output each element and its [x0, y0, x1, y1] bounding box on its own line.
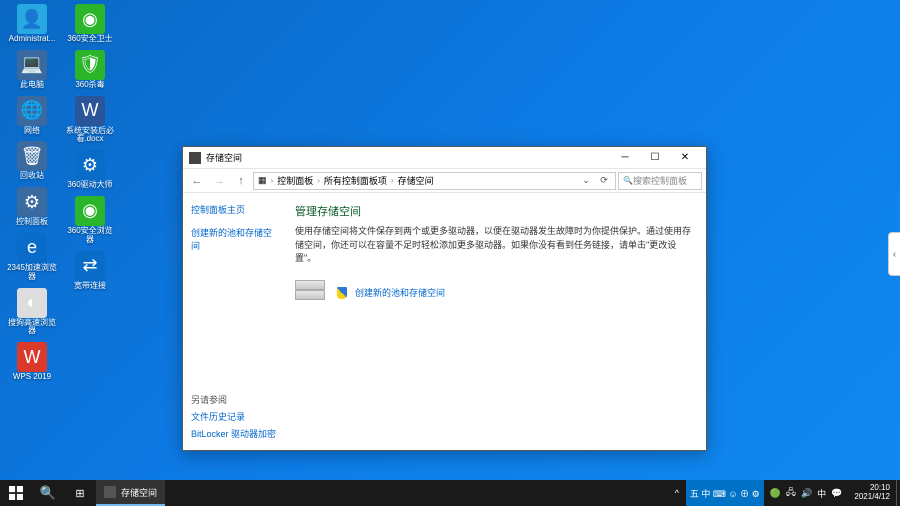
action-center-icon[interactable]: 💬: [831, 488, 842, 499]
create-pool-action: 创建新的池和存储空间: [295, 278, 692, 308]
bitlocker-link[interactable]: BitLocker 驱动器加密: [191, 427, 276, 440]
breadcrumb-item[interactable]: 所有控制面板项: [324, 174, 387, 187]
back-button[interactable]: ←: [187, 171, 207, 191]
start-button[interactable]: [0, 480, 32, 506]
icon-label: 宽带连接: [74, 282, 106, 291]
window-icon: [189, 152, 201, 164]
desktop-icon[interactable]: ⚙控制面板: [6, 187, 58, 227]
app-icon: ⚙: [17, 187, 47, 217]
app-icon: 🗑: [17, 141, 47, 171]
app-icon: ◉: [75, 196, 105, 226]
icon-label: 搜狗高速浏览器: [6, 319, 58, 337]
close-button[interactable]: ✕: [670, 148, 700, 168]
clock[interactable]: 20:10 2021/4/12: [848, 484, 896, 502]
breadcrumb-icon: ▦: [258, 175, 267, 186]
icon-label: 系统安装后必看.docx: [64, 127, 116, 145]
ime-items[interactable]: 五 中 ⌨ ☺ ⊕ ⚙: [690, 487, 760, 500]
search-input[interactable]: 搜索控制面板: [618, 172, 702, 190]
desktop-icons: 👤Administrat...💻此电脑🌐网络🗑回收站⚙控制面板e2345加速浏览…: [6, 4, 116, 382]
chevron-right-icon: ›: [391, 176, 394, 185]
app-icon: ⚙: [75, 150, 105, 180]
icon-label: Administrat...: [9, 35, 56, 44]
edge-widget[interactable]: ‹: [888, 232, 900, 276]
desktop-icon[interactable]: 👤Administrat...: [6, 4, 58, 44]
icon-label: 360驱动大师: [67, 181, 112, 190]
drives-icon: [295, 278, 329, 308]
desktop-icon[interactable]: ◐搜狗高速浏览器: [6, 288, 58, 337]
windows-logo-icon: [9, 486, 23, 500]
titlebar[interactable]: 存储空间 ─ ☐ ✕: [183, 147, 706, 169]
chevron-down-icon[interactable]: ⌄: [579, 175, 593, 186]
forward-button[interactable]: →: [209, 171, 229, 191]
see-also-heading: 另请参阅: [191, 393, 276, 406]
sidebar-create-pool[interactable]: 创建新的池和存储空间: [191, 226, 273, 252]
app-icon: [104, 486, 116, 498]
taskview-button[interactable]: ⊞: [64, 480, 96, 506]
network-icon[interactable]: 🖧: [786, 485, 796, 501]
breadcrumb[interactable]: ▦ › 控制面板 › 所有控制面板项 › 存储空间 ⌄ ⟳: [253, 172, 616, 190]
create-pool-link[interactable]: 创建新的池和存储空间: [355, 286, 445, 299]
app-icon: ◐: [17, 288, 47, 318]
app-icon: e: [17, 233, 47, 263]
control-panel-window: 存储空间 ─ ☐ ✕ ← → ↑ ▦ › 控制面板 › 所有控制面板项 › 存储…: [182, 146, 707, 451]
desktop-icon[interactable]: WWPS 2019: [6, 342, 58, 382]
desktop-icon[interactable]: 🛡360杀毒: [64, 50, 116, 90]
icon-label: 网络: [24, 127, 40, 136]
taskbar-app-storage[interactable]: 存储空间: [96, 480, 165, 506]
app-icon: W: [75, 96, 105, 126]
desktop-icon[interactable]: 💻此电脑: [6, 50, 58, 90]
maximize-button[interactable]: ☐: [640, 148, 670, 168]
desktop-icon[interactable]: ⚙360驱动大师: [64, 150, 116, 190]
search-button[interactable]: 🔍: [32, 480, 64, 506]
main-panel: 管理存储空间 使用存储空间将文件保存到两个或更多驱动器，以便在驱动器发生故障时为…: [281, 193, 706, 450]
app-icon: 💻: [17, 50, 47, 80]
desktop-icon[interactable]: e2345加速浏览器: [6, 233, 58, 282]
ime-bar[interactable]: 五 中 ⌨ ☺ ⊕ ⚙: [686, 480, 764, 506]
icon-label: WPS 2019: [13, 373, 51, 382]
up-button[interactable]: ↑: [231, 171, 251, 191]
sidebar-home[interactable]: 控制面板主页: [191, 203, 273, 216]
desktop-icon[interactable]: ◉360安全浏览器: [64, 196, 116, 245]
desktop-icon[interactable]: ◉360安全卫士: [64, 4, 116, 44]
icon-label: 360安全卫士: [67, 35, 112, 44]
icon-label: 360杀毒: [75, 81, 104, 90]
app-icon: ⇄: [75, 251, 105, 281]
ime-lang-icon[interactable]: 中: [817, 487, 826, 500]
icon-label: 此电脑: [20, 81, 44, 90]
clock-date: 2021/4/12: [854, 493, 890, 502]
app-icon: 👤: [17, 4, 47, 34]
breadcrumb-item[interactable]: 控制面板: [277, 174, 313, 187]
app-icon: 🛡: [75, 50, 105, 80]
desktop-icon[interactable]: 🗑回收站: [6, 141, 58, 181]
minimize-button[interactable]: ─: [610, 148, 640, 168]
taskbar-app-label: 存储空间: [121, 486, 157, 499]
volume-icon[interactable]: 🔊: [801, 488, 812, 499]
breadcrumb-item[interactable]: 存储空间: [398, 174, 434, 187]
system-tray: ^ 五 中 ⌨ ☺ ⊕ ⚙ 🟢 🖧 🔊 中 💬 20:10 2021/4/12: [668, 480, 900, 506]
desktop-icon[interactable]: W系统安装后必看.docx: [64, 96, 116, 145]
window-title: 存储空间: [206, 151, 610, 164]
app-icon: ◉: [75, 4, 105, 34]
app-icon: W: [17, 342, 47, 372]
taskbar: 🔍 ⊞ 存储空间 ^ 五 中 ⌨ ☺ ⊕ ⚙ 🟢 🖧 🔊 中 💬 20:10 2…: [0, 480, 900, 506]
show-desktop-button[interactable]: [896, 480, 900, 506]
desktop-icon[interactable]: 🌐网络: [6, 96, 58, 136]
main-description: 使用存储空间将文件保存到两个或更多驱动器，以便在驱动器发生故障时为你提供保护。通…: [295, 225, 692, 266]
app-icon: 🌐: [17, 96, 47, 126]
icon-label: 回收站: [20, 172, 44, 181]
tray-overflow-icon[interactable]: ^: [668, 480, 686, 506]
refresh-icon[interactable]: ⟳: [597, 175, 611, 186]
sidebar: 控制面板主页 创建新的池和存储空间 另请参阅 文件历史记录 BitLocker …: [183, 193, 281, 450]
address-bar: ← → ↑ ▦ › 控制面板 › 所有控制面板项 › 存储空间 ⌄ ⟳ 搜索控制…: [183, 169, 706, 193]
shield-icon: [337, 287, 347, 299]
icon-label: 控制面板: [16, 218, 48, 227]
file-history-link[interactable]: 文件历史记录: [191, 410, 276, 423]
desktop-icon[interactable]: ⇄宽带连接: [64, 251, 116, 291]
icon-label: 360安全浏览器: [64, 227, 116, 245]
main-heading: 管理存储空间: [295, 203, 692, 219]
chevron-right-icon: ›: [317, 176, 320, 185]
tray-icon[interactable]: 🟢: [770, 488, 781, 499]
chevron-right-icon: ›: [271, 176, 274, 185]
icon-label: 2345加速浏览器: [6, 264, 58, 282]
